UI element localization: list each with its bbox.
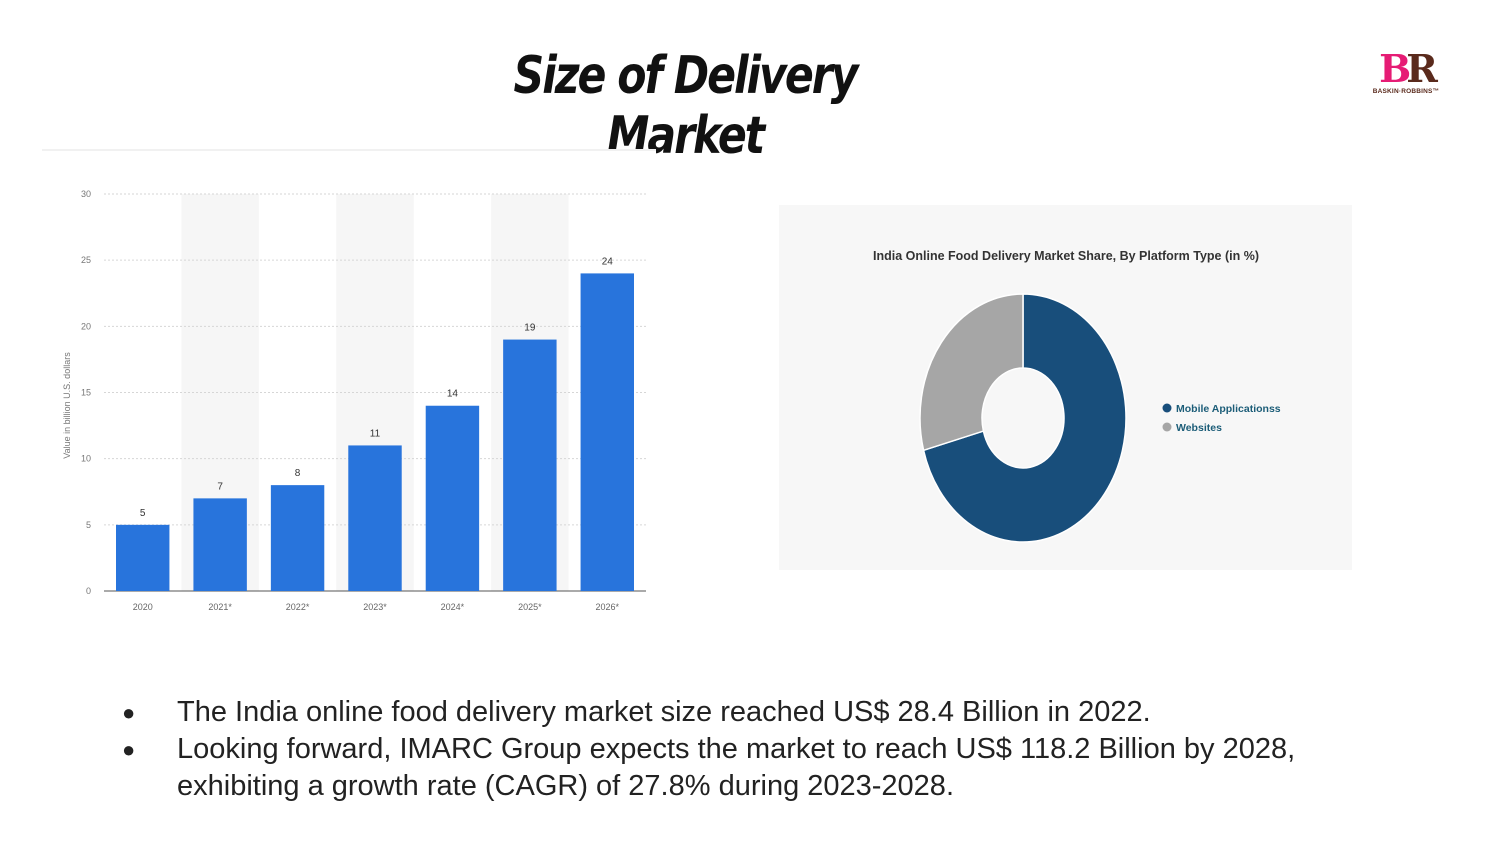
- bar-value-label: 11: [370, 428, 381, 439]
- logo-mark: BR: [1364, 50, 1448, 88]
- bullet-dot-icon: ●: [122, 700, 136, 725]
- bar: [425, 405, 480, 591]
- donut-chart-title: India Online Food Delivery Market Share,…: [873, 249, 1259, 263]
- bullet-text: Looking forward, IMARC Group expects the…: [177, 733, 1296, 802]
- baskin-robbins-logo: BR BASKIN·ROBBINS™: [1364, 50, 1454, 112]
- y-tick-label: 30: [81, 189, 91, 199]
- x-tick-label: 2026*: [596, 602, 620, 612]
- legend-swatch-icon: [1162, 422, 1172, 432]
- y-axis-label: Value in billion U.S. dollars: [62, 352, 72, 459]
- bar-value-label: 19: [524, 323, 536, 334]
- legend-label: Mobile Applicationss: [1176, 403, 1281, 415]
- x-tick-label: 2024*: [441, 602, 465, 612]
- donut-slice: [919, 293, 1024, 452]
- bullet-dot-icon: ●: [122, 737, 136, 762]
- bullet-item: ● Looking forward, IMARC Group expects t…: [120, 731, 1360, 805]
- bullet-list: ● The India online food delivery market …: [120, 694, 1360, 805]
- bar-value-label: 5: [140, 508, 146, 519]
- bar: [193, 498, 247, 591]
- x-tick-label: 2022*: [286, 602, 310, 612]
- bar-value-label: 24: [602, 256, 614, 267]
- bar: [580, 273, 634, 591]
- legend-label: Websites: [1176, 422, 1222, 434]
- y-tick-label: 15: [81, 388, 91, 398]
- logo-wordmark: BASKIN·ROBBINS™: [1372, 88, 1440, 95]
- bullet-text: The India online food delivery market si…: [177, 696, 1151, 728]
- donut-chart: India Online Food Delivery Market Share,…: [873, 249, 1281, 543]
- y-tick-label: 25: [81, 255, 91, 265]
- y-tick-label: 10: [81, 454, 91, 464]
- x-tick-label: 2023*: [363, 602, 387, 612]
- bar-value-label: 8: [295, 468, 301, 479]
- y-tick-label: 5: [86, 520, 91, 530]
- bar: [116, 524, 170, 591]
- x-tick-label: 2020: [133, 602, 153, 612]
- bar-value-label: 7: [217, 481, 223, 492]
- logo-letter-r: R: [1406, 46, 1438, 91]
- bar-value-label: 14: [447, 389, 459, 400]
- bar: [270, 485, 325, 591]
- x-tick-label: 2021*: [208, 602, 232, 612]
- bar: [503, 339, 557, 591]
- donut-chart-panel: India Online Food Delivery Market Share,…: [779, 205, 1352, 570]
- bar-chart-panel: 0 5 10 15 20 25 30 Value in billion U.S. dollar…: [42, 149, 656, 631]
- bullet-item: ● The India online food delivery market …: [120, 694, 1360, 731]
- x-tick-label: 2025*: [518, 602, 542, 612]
- bar-chart: 0 5 10 15 20 25 30 Value in billion U.S. dollar…: [62, 189, 646, 612]
- legend-swatch-icon: [1162, 403, 1172, 413]
- bar: [348, 445, 402, 591]
- y-tick-label: 20: [81, 321, 91, 331]
- y-tick-label: 0: [86, 586, 91, 596]
- slide-title: Size of Delivery Market: [513, 46, 859, 166]
- logo-letter-b: B: [1379, 46, 1411, 91]
